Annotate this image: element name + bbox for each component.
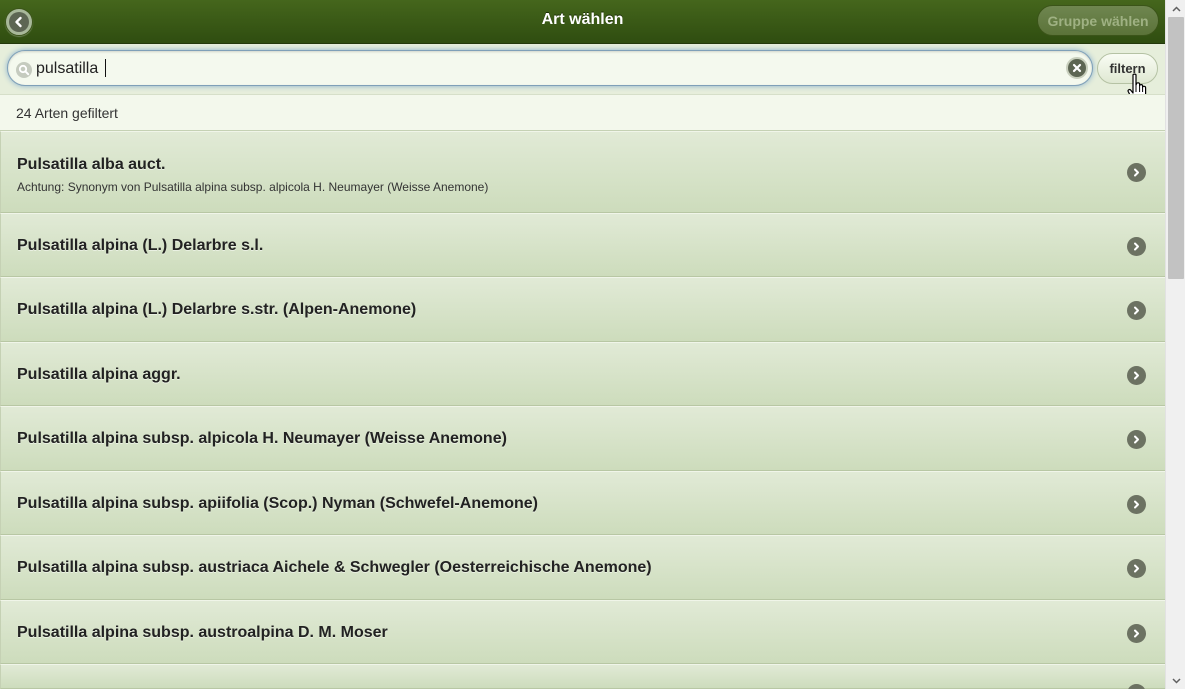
- chevron-right-icon: [1127, 301, 1146, 320]
- chevron-right-icon: [1127, 624, 1146, 643]
- page-title: Art wählen: [541, 11, 624, 28]
- list-item[interactable]: Pulsatilla alpina aggr.: [0, 342, 1165, 406]
- vertical-scrollbar[interactable]: [1165, 0, 1185, 689]
- search-input[interactable]: [36, 58, 1056, 80]
- list-item[interactable]: Pulsatilla alpina (L.) Delarbre s.str. (…: [0, 277, 1165, 342]
- species-name: Pulsatilla alpina subsp. austroalpina D.…: [17, 624, 388, 641]
- search-icon: [16, 62, 32, 78]
- species-name: Pulsatilla alpina (L.) Delarbre s.str. (…: [17, 301, 417, 318]
- chevron-right-icon: [1127, 366, 1146, 385]
- chevron-right-icon: [1127, 237, 1146, 256]
- list-item[interactable]: Pulsatilla alba auct. Achtung: Synonym v…: [0, 131, 1165, 213]
- species-list: Pulsatilla alba auct. Achtung: Synonym v…: [0, 131, 1165, 689]
- chevron-right-icon: [1127, 430, 1146, 449]
- group-select-button[interactable]: Gruppe wählen: [1037, 5, 1159, 36]
- species-name: Pulsatilla alba auct.: [17, 156, 166, 173]
- list-item[interactable]: Pulsatilla alpina subsp. alpicola H. Neu…: [0, 406, 1165, 471]
- search-field[interactable]: [7, 50, 1093, 86]
- list-item[interactable]: Pulsatilla alpina (L.) Delarbre s.l.: [0, 213, 1165, 277]
- list-item[interactable]: Pulsatilla alpina subsp. apiifolia (Scop…: [0, 471, 1165, 535]
- species-name: Pulsatilla alpina aggr.: [17, 366, 181, 383]
- synonym-note: Achtung: Synonym von Pulsatilla alpina s…: [17, 180, 489, 194]
- species-name: Pulsatilla alpina (L.) Delarbre s.l.: [17, 237, 264, 254]
- result-count: 24 Arten gefiltert: [0, 94, 1165, 131]
- list-item[interactable]: [0, 664, 1165, 689]
- scroll-up-icon[interactable]: [1166, 0, 1185, 17]
- species-name: Pulsatilla alpina subsp. apiifolia (Scop…: [17, 495, 538, 512]
- search-bar: filtern: [0, 44, 1165, 94]
- scroll-thumb[interactable]: [1168, 17, 1184, 279]
- species-name: Pulsatilla alpina subsp. austriaca Aiche…: [17, 559, 652, 576]
- list-item[interactable]: Pulsatilla alpina subsp. austroalpina D.…: [0, 600, 1165, 664]
- app-header: Art wählen Gruppe wählen: [0, 0, 1165, 44]
- species-name: Pulsatilla alpina subsp. alpicola H. Neu…: [17, 430, 507, 447]
- clear-icon[interactable]: [1066, 57, 1088, 79]
- text-caret: [105, 59, 106, 77]
- scroll-down-icon[interactable]: [1166, 672, 1185, 689]
- list-item[interactable]: Pulsatilla alpina subsp. austriaca Aiche…: [0, 535, 1165, 600]
- chevron-right-icon: [1127, 559, 1146, 578]
- chevron-right-icon: [1127, 495, 1146, 514]
- chevron-right-icon: [1127, 684, 1146, 689]
- chevron-right-icon: [1127, 163, 1146, 182]
